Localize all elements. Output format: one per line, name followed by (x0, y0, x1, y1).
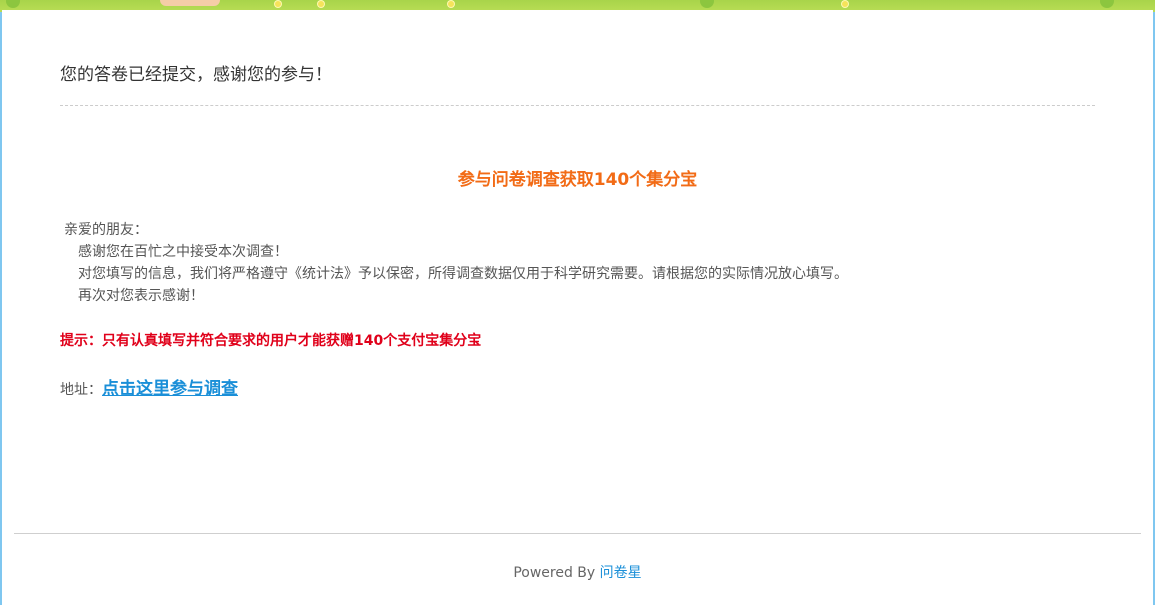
flower-decoration (275, 1, 281, 7)
footer: Powered By 问卷星 (2, 562, 1153, 582)
reward-tip: 提示：只有认真填写并符合要求的用户才能获赠140个支付宝集分宝 (60, 333, 482, 349)
flower-decoration (318, 1, 324, 7)
survey-address: 地址：点击这里参与调查 (60, 374, 238, 399)
address-label: 地址： (60, 382, 102, 398)
dashed-divider (60, 105, 1095, 106)
illustration-hand (160, 0, 220, 6)
letter-line: 再次对您表示感谢！ (78, 288, 204, 304)
leaf-decoration (700, 0, 714, 8)
footer-divider (14, 533, 1141, 534)
leaf-decoration (1100, 0, 1114, 8)
flower-decoration (448, 1, 454, 7)
main-content-panel: 您的答卷已经提交，感谢您的参与！ 参与问卷调查获取140个集分宝 亲爱的朋友： … (2, 10, 1153, 605)
letter-line: 感谢您在百忙之中接受本次调查！ (78, 244, 288, 260)
flower-decoration (842, 1, 848, 7)
join-survey-link[interactable]: 点击这里参与调查 (102, 379, 238, 399)
powered-by-text: Powered By (513, 565, 596, 581)
leaf-decoration (6, 0, 20, 8)
letter-body: 亲爱的朋友： 感谢您在百忙之中接受本次调查！ 对您填写的信息，我们将严格遵守《统… (62, 219, 848, 307)
brand-link[interactable]: 问卷星 (600, 565, 642, 581)
letter-greeting: 亲爱的朋友： (64, 222, 148, 238)
submission-confirmation: 您的答卷已经提交，感谢您的参与！ (60, 65, 332, 85)
letter-line: 对您填写的信息，我们将严格遵守《统计法》予以保密，所得调查数据仅用于科学研究需要… (78, 266, 848, 282)
promo-title: 参与问卷调查获取140个集分宝 (457, 170, 698, 190)
